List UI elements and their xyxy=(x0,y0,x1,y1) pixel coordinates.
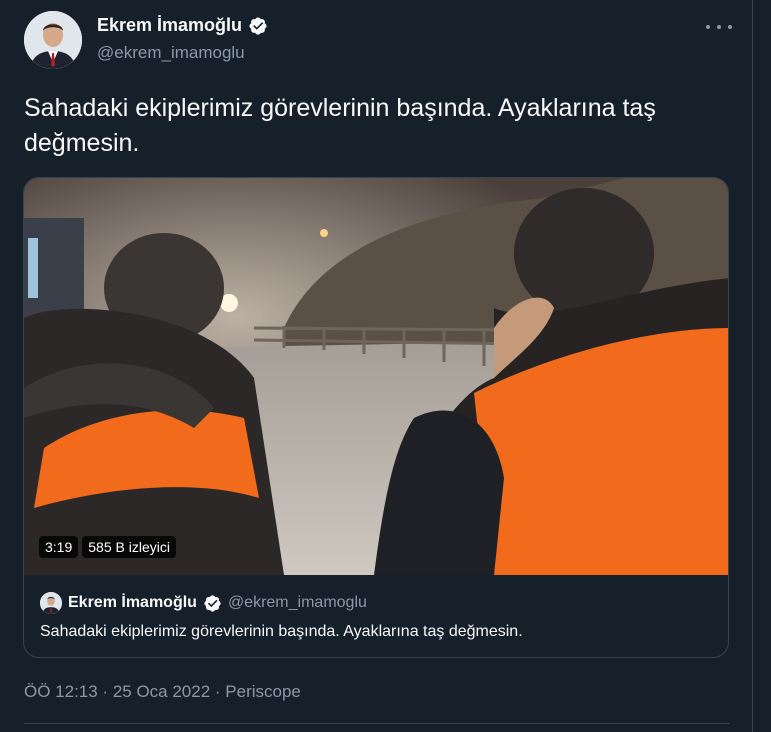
video-views: 585 B izleyici xyxy=(82,536,176,558)
verified-badge-icon xyxy=(204,594,221,612)
video-player[interactable]: 3:19 585 B izleyici xyxy=(24,178,728,575)
quoted-avatar[interactable] xyxy=(40,592,62,614)
video-duration: 3:19 xyxy=(39,536,79,558)
quoted-handle[interactable]: @ekrem_imamoglu xyxy=(228,594,367,612)
video-badges: 3:19 585 B izleyici xyxy=(39,536,176,558)
author-handle[interactable]: @ekrem_imamoglu xyxy=(97,43,245,63)
quoted-header[interactable]: Ekrem İmamoğlu @ekrem_imamoglu xyxy=(40,592,367,614)
quoted-name[interactable]: Ekrem İmamoğlu xyxy=(68,594,197,612)
author-avatar[interactable] xyxy=(24,11,82,69)
verified-badge-icon xyxy=(249,16,267,35)
divider xyxy=(24,723,730,724)
more-options-icon[interactable] xyxy=(706,18,732,36)
quoted-text: Sahadaki ekiplerimiz görevlerinin başınd… xyxy=(40,623,523,640)
scrollbar-track[interactable] xyxy=(752,0,771,732)
tweet-text: Sahadaki ekiplerimiz görevlerinin başınd… xyxy=(24,94,656,157)
author-name-row[interactable]: Ekrem İmamoğlu xyxy=(97,15,268,36)
media-card[interactable]: 3:19 585 B izleyici Ekrem İmamoğlu @ekre… xyxy=(23,177,729,658)
author-name[interactable]: Ekrem İmamoğlu xyxy=(97,15,242,36)
video-frame xyxy=(24,178,728,575)
tweet-meta[interactable]: ÖÖ 12:13 · 25 Oca 2022 · Periscope xyxy=(24,682,301,702)
